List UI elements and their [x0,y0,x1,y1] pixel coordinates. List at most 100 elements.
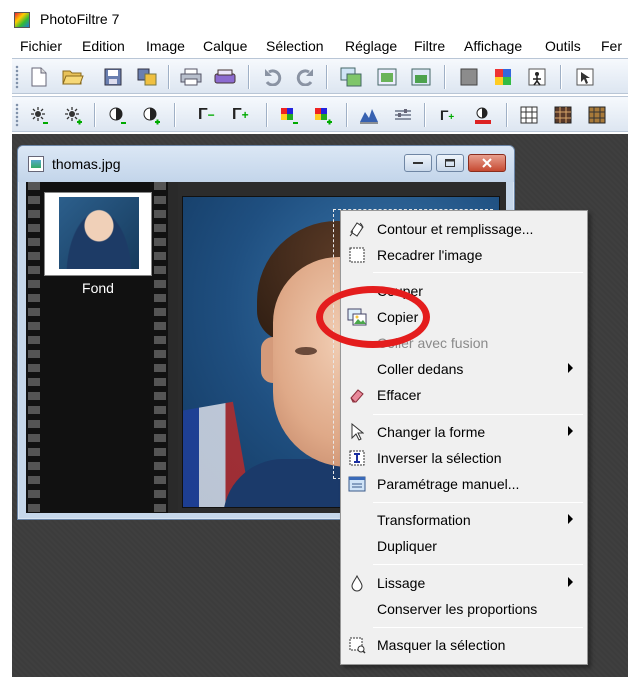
menu-item-label: Recadrer l'image [377,247,483,263]
balance-icon[interactable] [392,104,414,126]
gamma-plus-icon[interactable]: Γ+ [232,104,249,126]
menu-outils[interactable]: Outils [545,38,581,54]
photo-eye [295,347,317,355]
redo-icon[interactable] [294,66,316,88]
context-menu: Contour et remplissage... Recadrer l'ima… [340,210,588,665]
undo-icon[interactable] [262,66,284,88]
adjust-toolbar: Γ− Γ+ Γ+ [12,96,628,132]
menu-item-label: Inverser la sélection [377,450,502,466]
minimize-button[interactable] [404,154,432,172]
close-button[interactable] [468,154,506,172]
menu-item-parametrage-manuel[interactable]: Paramétrage manuel... [343,472,585,496]
menu-separator [373,272,583,273]
menu-item-label: Masquer la sélection [377,637,506,653]
selection-tool-icon[interactable] [574,66,596,88]
eraser-icon [347,385,367,405]
toolbar-separator [168,65,169,89]
menu-filtre[interactable]: Filtre [414,38,445,54]
toolbar-separator [94,103,95,127]
menu-item-label: Contour et remplissage... [377,221,534,237]
hide-selection-icon [347,635,367,655]
menu-calque[interactable]: Calque [203,38,247,54]
menu-item-label: Effacer [377,387,422,403]
maximize-button[interactable] [436,154,464,172]
magic-icon[interactable] [526,66,548,88]
toolbar-separator [248,65,249,89]
toolbar-separator [266,103,267,127]
menu-separator [373,414,583,415]
document-title-bar[interactable]: thomas.jpg [18,146,514,182]
grid-dark-icon[interactable] [552,104,574,126]
menu-item-effacer[interactable]: Effacer [343,383,585,407]
copy-image-icon[interactable] [340,66,362,88]
invert-selection-icon [347,448,367,468]
menu-item-label: Changer la forme [377,424,486,440]
layers-scrollbar[interactable] [168,182,178,513]
gamma-auto-icon[interactable]: Γ+ [440,104,454,129]
contrast-minus-icon[interactable] [106,104,128,126]
menu-selection[interactable]: Sélection [266,38,324,54]
toolbar-separator [444,65,445,89]
toolbar-grip[interactable] [15,103,19,127]
brightness-minus-icon[interactable] [28,104,50,126]
menu-fichier[interactable]: Fichier [20,38,62,54]
menu-item-masquer-selection[interactable]: Masquer la sélection [343,633,585,657]
paste-image-icon[interactable] [376,66,398,88]
manual-settings-icon [347,474,367,494]
submenu-arrow-icon [568,514,573,524]
menu-item-dupliquer[interactable]: Dupliquer [343,534,585,558]
menu-item-label: Dupliquer [377,538,437,554]
menu-item-label: Lissage [377,575,426,591]
layer-thumbnail-image [59,197,139,269]
menu-affichage[interactable]: Affichage [464,38,522,54]
menu-item-recadrer[interactable]: Recadrer l'image [343,243,585,267]
layer-thumbnail[interactable] [44,192,152,276]
menu-item-coller-dedans[interactable]: Coller dedans [343,357,585,381]
contrast-plus-icon[interactable] [140,104,162,126]
scan-icon[interactable] [214,66,236,88]
menu-item-label: Paramétrage manuel... [377,476,520,492]
gamma-minus-icon[interactable]: Γ− [198,104,215,126]
menu-item-conserver-proportions[interactable]: Conserver les proportions [343,597,585,621]
palette-icon[interactable] [492,66,514,88]
droplet-icon [347,573,367,593]
menu-fenetre[interactable]: Fer [601,38,622,54]
document-title: thomas.jpg [52,156,121,172]
saturation-minus-icon[interactable] [278,104,300,126]
grid-more-icon[interactable] [586,104,608,126]
save-icon[interactable] [102,66,124,88]
toolbar-separator [560,65,561,89]
submenu-arrow-icon [568,577,573,587]
print-icon[interactable] [180,66,202,88]
menu-item-changer-forme[interactable]: Changer la forme [343,420,585,444]
menu-reglage[interactable]: Réglage [345,38,397,54]
crop-icon [347,245,367,265]
layers-panel: Fond [26,182,178,513]
main-toolbar [12,58,628,94]
submenu-arrow-icon [568,426,573,436]
toolbar-separator [174,103,175,127]
open-icon[interactable] [62,66,84,88]
toolbar-separator [346,103,347,127]
menu-item-label: Transformation [377,512,471,528]
new-icon[interactable] [28,66,50,88]
menu-edition[interactable]: Edition [82,38,125,54]
menu-separator [373,502,583,503]
menu-image[interactable]: Image [146,38,185,54]
menu-item-inverser-selection[interactable]: Inverser la sélection [343,446,585,470]
brightness-plus-icon[interactable] [62,104,84,126]
save-as-icon[interactable] [136,66,158,88]
menu-item-transformation[interactable]: Transformation [343,508,585,532]
fill-outline-icon [347,219,367,239]
fill-icon[interactable] [458,66,480,88]
menu-item-label: Conserver les proportions [377,601,538,617]
contrast-auto-icon[interactable] [472,104,494,126]
levels-icon[interactable] [358,104,380,126]
grid-icon[interactable] [518,104,540,126]
paste-layer-icon[interactable] [410,66,432,88]
menu-item-lissage[interactable]: Lissage [343,571,585,595]
title-bar: PhotoFiltre 7 [0,0,628,34]
saturation-plus-icon[interactable] [312,104,334,126]
toolbar-grip[interactable] [15,65,19,89]
menu-item-contour-remplissage[interactable]: Contour et remplissage... [343,217,585,241]
